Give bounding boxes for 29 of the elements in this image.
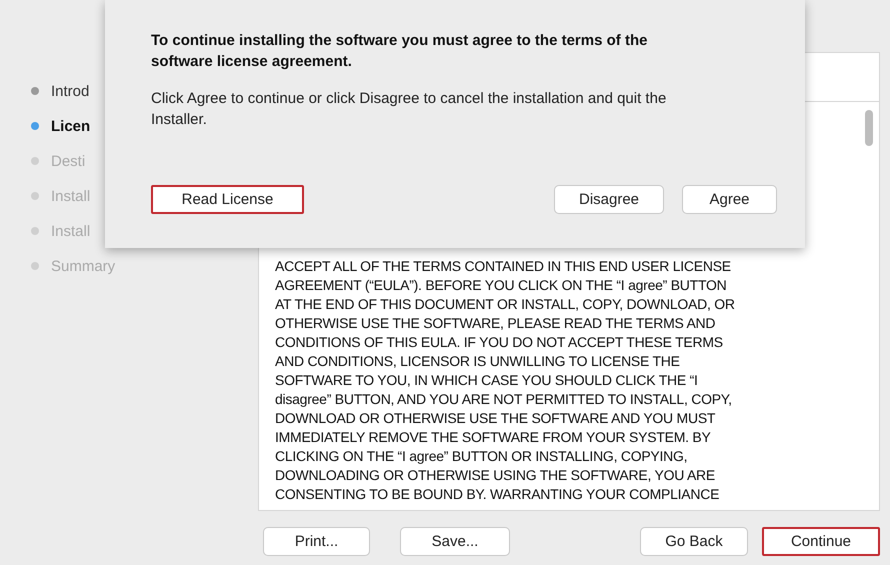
license-text-line: ACCEPT ALL OF THE TERMS CONTAINED IN THIS END USER LICENSE (275, 257, 732, 276)
alert-button[interactable]: Disagree (554, 185, 664, 214)
step-label: Licen (51, 118, 90, 134)
license-text-line: CONDITIONS OF THIS EULA. IF YOU DO NOT ACCEPT THESE TERMS (275, 333, 724, 352)
license-text-line: AND CONDITIONS, LICENSOR IS UNWILLING TO LICENSE THE (275, 352, 681, 371)
alert-message: Click Agree to continue or click Disagree to cancel the installation and quit the Installer. (151, 89, 668, 130)
license-text-line: IMMEDIATELY REMOVE THE SOFTWARE FROM YOUR SYSTEM. BY (275, 428, 712, 447)
alert-title: To continue installing the software you must agree to the terms of the software license agreement. (151, 31, 648, 72)
license-text-line: OTHERWISE USE THE SOFTWARE, PLEASE READ THE TERMS AND (275, 314, 716, 333)
step-label: Install (51, 188, 90, 204)
step-label: Introd (51, 82, 90, 100)
license-text-line: CONSENTING TO BE BOUND BY. WARRANTING YOUR COMPLIANCE (275, 485, 720, 504)
step-label: Desti (51, 152, 86, 170)
license-text-line: DOWNLOADING OR OTHERWISE USING THE SOFTWARE, YOU ARE (275, 466, 716, 485)
step-label: Install (51, 222, 90, 240)
dialog-button[interactable]: Continue (762, 527, 880, 556)
step-label: Summary (51, 258, 116, 274)
scrollbar-thumb[interactable] (865, 110, 873, 146)
license-text-line: DOWNLOAD OR OTHERWISE USE THE SOFTWARE AND YOU MUST (275, 409, 716, 428)
license-text-line: AT THE END OF THIS DOCUMENT OR INSTALL, COPY, DOWNLOAD, OR (275, 295, 735, 314)
license-text-line: disagree” BUTTON, AND YOU ARE NOT PERMITTED TO INSTALL, COPY, (275, 390, 733, 409)
alert-button[interactable]: Read License (151, 185, 304, 214)
dialog-button[interactable]: Go Back (640, 527, 748, 556)
dialog-button[interactable]: Save... (400, 527, 510, 556)
alert-button[interactable]: Agree (682, 185, 777, 214)
license-text-line: AGREEMENT (“EULA”). BEFORE YOU CLICK ON THE “I agree” BUTTON (275, 276, 728, 295)
license-text-line: CLICKING ON THE “I agree” BUTTON OR INSTALLING, COPYING, (275, 447, 688, 466)
license-text-line: SOFTWARE TO YOU, IN WHICH CASE YOU SHOULD CLICK THE “I (275, 371, 699, 390)
dialog-button[interactable]: Print... (263, 527, 370, 556)
